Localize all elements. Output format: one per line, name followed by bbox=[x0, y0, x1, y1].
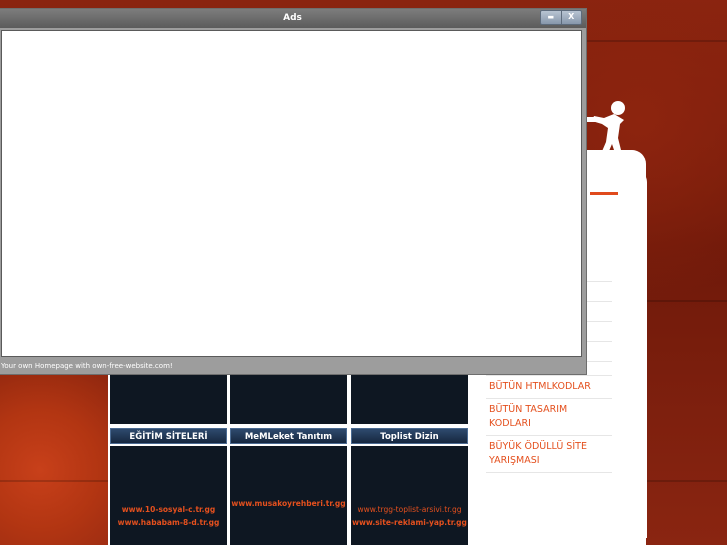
sidebar-link-tasarim-kodlari[interactable]: BÜTÜN TASARIM KODLARI bbox=[486, 399, 612, 436]
box-title-memleket: MeMLeket Tanıtım bbox=[230, 428, 347, 444]
site-link[interactable]: www.site-reklami-yap.tr.gg bbox=[351, 516, 468, 529]
box-toplist-links: www.trgg-toplist-arsivi.tr.gg www.site-r… bbox=[351, 503, 468, 529]
close-icon[interactable]: X bbox=[562, 11, 582, 24]
site-link[interactable]: www.trgg-toplist-arsivi.tr.gg bbox=[351, 503, 468, 516]
box-memleket: www.musakoyrehberi.tr.gg bbox=[230, 446, 347, 545]
site-link[interactable]: www.10-sosyal-c.tr.gg bbox=[110, 503, 227, 516]
site-link[interactable]: www.hababam-8-d.tr.gg bbox=[110, 516, 227, 529]
header-accent-bar bbox=[590, 192, 618, 195]
box-toplist: www.trgg-toplist-arsivi.tr.gg www.site-r… bbox=[351, 446, 468, 545]
sidebar-link-html-kodlar[interactable]: BÜTÜN HTMLKODLAR bbox=[486, 376, 612, 399]
window-controls: ▬ X bbox=[540, 10, 582, 25]
box-title-toplist: Toplist Dizin bbox=[351, 428, 468, 444]
ads-popup-window[interactable]: Ads ▬ X Your own Homepage with own-free-… bbox=[0, 8, 587, 375]
ads-window-title: Ads bbox=[283, 13, 302, 23]
box-egitim: www.10-sosyal-c.tr.gg www.hababam-8-d.tr… bbox=[110, 446, 227, 545]
link-box-grid: EĞİTİM SİTELERİ MeMLeket Tanıtım Toplist… bbox=[110, 360, 470, 545]
ads-footer-text[interactable]: Your own Homepage with own-free-website.… bbox=[1, 362, 173, 370]
ads-titlebar[interactable]: Ads ▬ X bbox=[0, 9, 586, 28]
sidebar-link-site-yarismasi[interactable]: BÜYÜK ÖDÜLLÜ SİTE YARIŞMASI bbox=[486, 436, 612, 473]
box-memleket-links: www.musakoyrehberi.tr.gg bbox=[230, 497, 347, 510]
box-egitim-links: www.10-sosyal-c.tr.gg www.hababam-8-d.tr… bbox=[110, 503, 227, 529]
minimize-icon[interactable]: ▬ bbox=[541, 11, 562, 24]
box-title-egitim: EĞİTİM SİTELERİ bbox=[110, 428, 227, 444]
site-link[interactable]: www.musakoyrehberi.tr.gg bbox=[230, 497, 347, 510]
ads-content-area bbox=[1, 30, 582, 357]
